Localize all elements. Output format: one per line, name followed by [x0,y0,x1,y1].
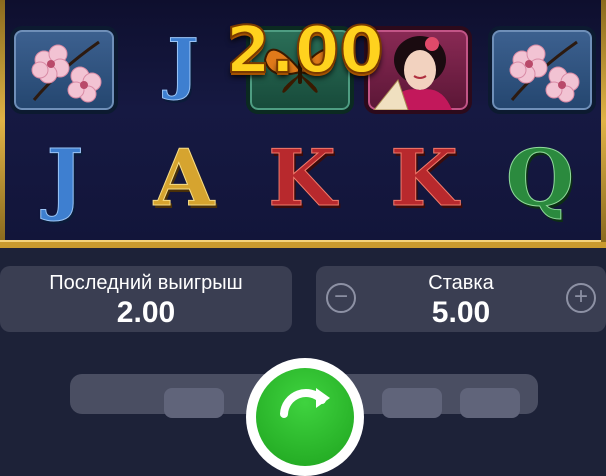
spin-button[interactable] [246,358,364,476]
symbol-j-top: J [167,24,199,102]
symbol-a: A [153,133,215,224]
symbol-k: K [390,133,459,224]
blossom-symbol-tile [488,26,596,114]
bet-label: Ставка [428,272,494,294]
spin-button-face[interactable] [256,368,354,466]
blossom-symbol-tile [10,26,118,114]
reel-area: J 2.00 J A K K Q [0,0,606,248]
control-button-right[interactable] [382,388,442,418]
bet-panel: Ставка 5.00 [316,266,606,332]
cherry-blossom-icon [509,40,580,103]
minus-icon[interactable]: − [326,283,356,313]
cherry-blossom-icon [31,40,102,103]
frame-border [0,240,606,242]
win-amount: 2.00 [225,13,385,89]
symbol-k: K [268,133,337,224]
last-win-panel: Последний выигрыш 2.00 [0,266,292,332]
control-button-left[interactable] [164,388,224,418]
plus-icon[interactable]: + [566,283,596,313]
last-win-value: 2.00 [116,296,176,329]
refresh-icon [280,388,330,418]
symbol-j: J [46,133,84,224]
last-win-label: Последний выигрыш [49,272,243,294]
symbol-q: Q [506,133,575,224]
control-button-far-right[interactable] [460,388,520,418]
bet-value: 5.00 [431,296,491,329]
